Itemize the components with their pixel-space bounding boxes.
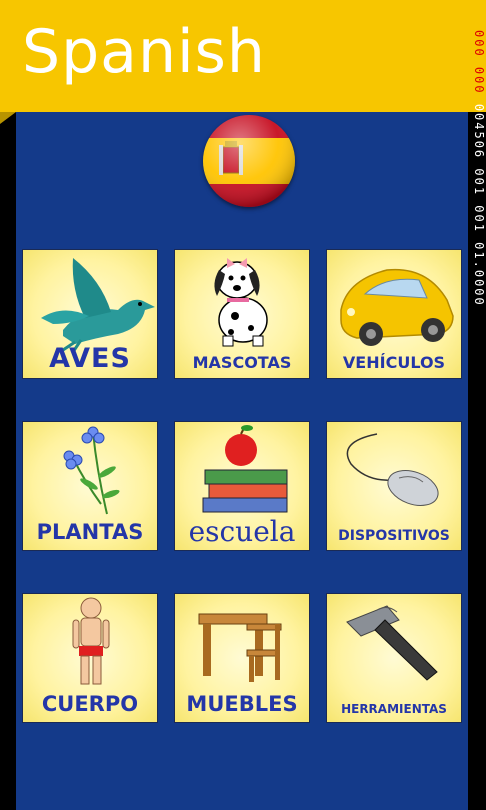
category-tile-mascotas[interactable]: MASCOTAS [174, 249, 310, 379]
frame-rate-counter: 000 000 004506 001 001 01.0000 [468, 30, 486, 410]
category-label: VEHÍCULOS [342, 353, 446, 372]
category-label: PLANTAS [36, 520, 144, 544]
app-header: Spanish [0, 0, 486, 112]
category-label: MUEBLES [186, 692, 298, 716]
category-tile-herramientas[interactable]: HERRAMIENTAS [326, 593, 462, 723]
category-label: MASCOTAS [192, 353, 292, 372]
spain-flag-icon [203, 115, 295, 207]
counter-values: 004506 001 001 01.0000 [472, 103, 486, 307]
category-label: HERRAMIENTAS [341, 702, 447, 716]
category-tile-dispositivos[interactable]: DISPOSITIVOS [326, 421, 462, 551]
category-label: CUERPO [41, 692, 139, 716]
category-tile-plantas[interactable]: PLANTAS [22, 421, 158, 551]
category-tile-cuerpo[interactable]: CUERPO [22, 593, 158, 723]
category-tile-escuela[interactable]: escuela [174, 421, 310, 551]
category-tile-muebles[interactable]: MUEBLES [174, 593, 310, 723]
category-tile-vehiculos[interactable]: VEHÍCULOS [326, 249, 462, 379]
header-fold-decoration [0, 112, 16, 124]
category-label: DISPOSITIVOS [338, 528, 450, 544]
category-label: AVES [49, 343, 131, 374]
category-tile-aves[interactable]: AVES [22, 249, 158, 379]
page-title: Spanish [22, 17, 266, 87]
counter-red-values: 000 000 [472, 30, 486, 95]
category-label: escuela [188, 515, 296, 548]
